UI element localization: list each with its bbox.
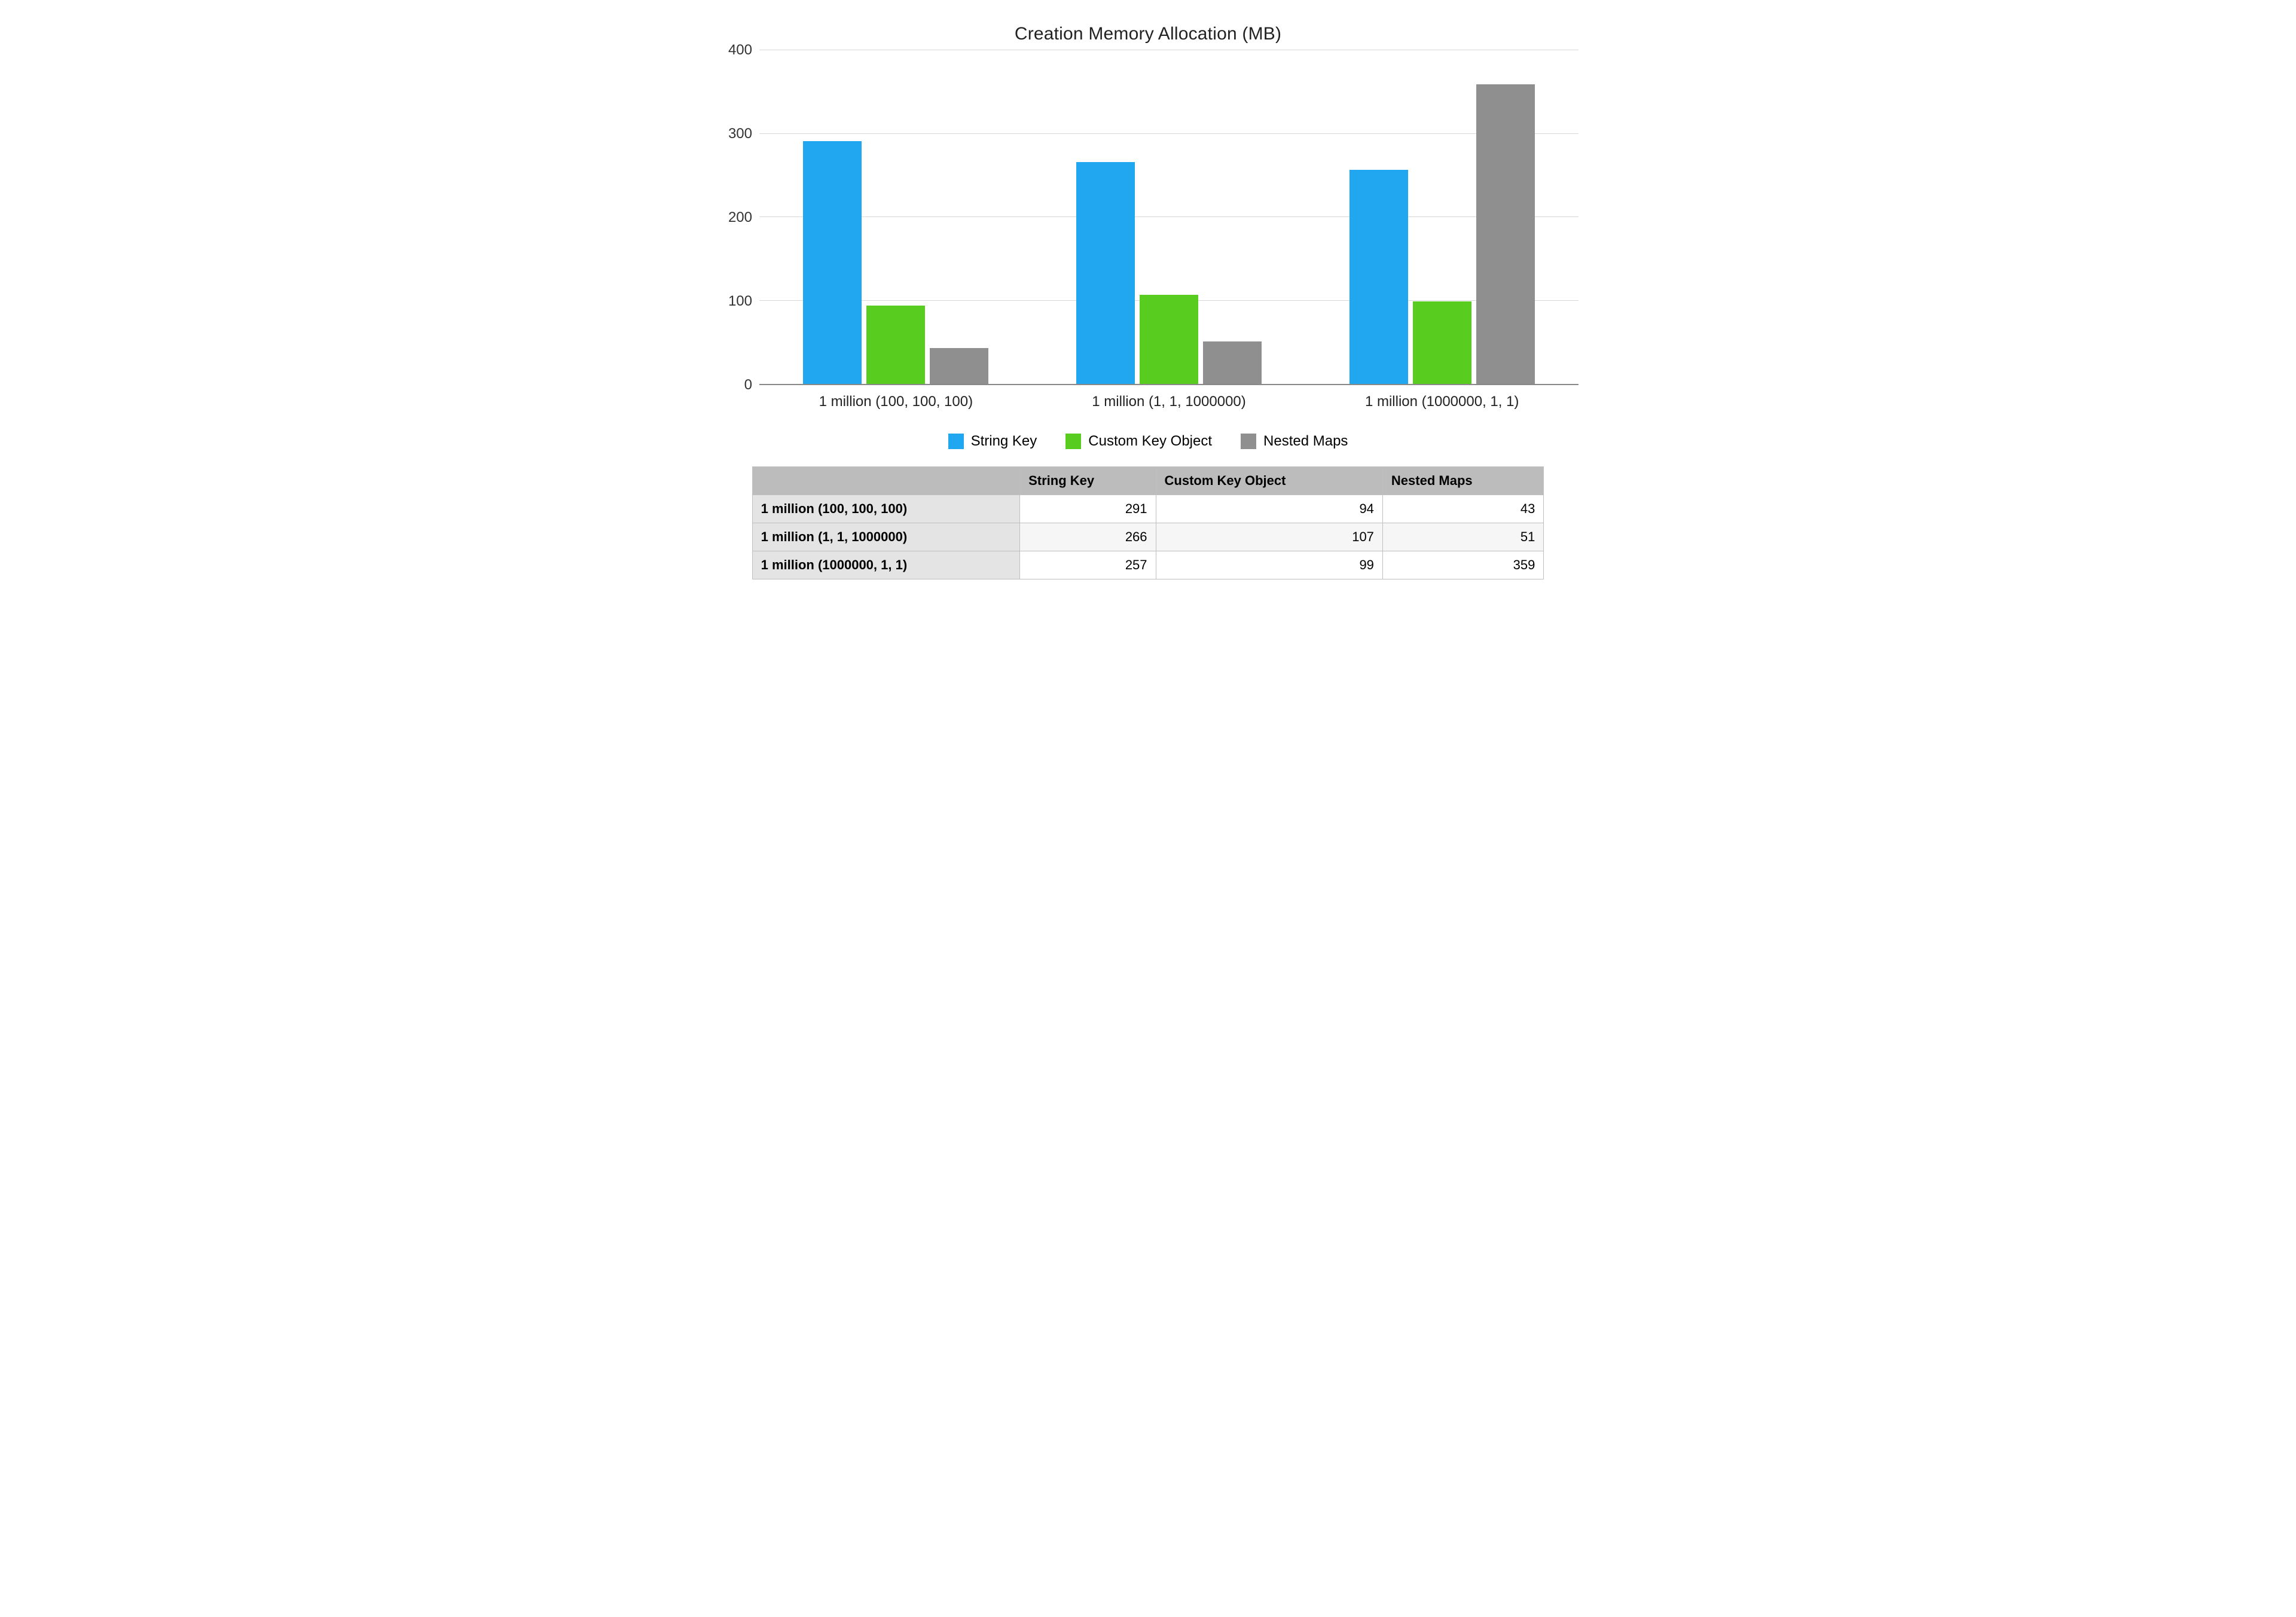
legend-label: String Key (971, 433, 1037, 450)
data-table: String Key Custom Key Object Nested Maps… (752, 466, 1544, 579)
y-tick: 200 (728, 209, 752, 226)
table-col-header: Nested Maps (1382, 467, 1543, 495)
bar-group (759, 50, 1033, 384)
y-tick: 400 (728, 42, 752, 59)
table-header-row: String Key Custom Key Object Nested Maps (752, 467, 1544, 495)
table-cell: 51 (1382, 523, 1543, 551)
y-tick: 300 (728, 126, 752, 142)
bar (1349, 170, 1408, 385)
y-tick: 0 (744, 377, 752, 393)
legend-swatch (1241, 434, 1256, 449)
legend-item: String Key (948, 433, 1037, 450)
table-corner (752, 467, 1020, 495)
legend: String Key Custom Key Object Nested Maps (718, 433, 1578, 450)
x-label: 1 million (100, 100, 100) (759, 385, 1033, 410)
legend-swatch (948, 434, 964, 449)
table-cell: 94 (1156, 495, 1382, 523)
bar (1413, 301, 1471, 384)
bar-group (1305, 50, 1578, 384)
bar (866, 306, 925, 384)
x-label: 1 million (1000000, 1, 1) (1305, 385, 1578, 410)
y-axis: 0 100 200 300 400 (718, 50, 759, 385)
table-row-header: 1 million (1, 1, 1000000) (752, 523, 1020, 551)
table-col-header: Custom Key Object (1156, 467, 1382, 495)
table-row: 1 million (100, 100, 100) 291 94 43 (752, 495, 1544, 523)
table-cell: 43 (1382, 495, 1543, 523)
table-cell: 359 (1382, 551, 1543, 579)
plot: 0 100 200 300 400 (718, 50, 1578, 385)
table-cell: 266 (1020, 523, 1156, 551)
legend-item: Custom Key Object (1065, 433, 1212, 450)
legend-item: Nested Maps (1241, 433, 1348, 450)
table-row-header: 1 million (1000000, 1, 1) (752, 551, 1020, 579)
bar (1203, 341, 1262, 384)
table-cell: 257 (1020, 551, 1156, 579)
legend-label: Custom Key Object (1088, 433, 1212, 450)
chart-container: Creation Memory Allocation (MB) 0 100 20… (718, 24, 1578, 579)
table-row: 1 million (1000000, 1, 1) 257 99 359 (752, 551, 1544, 579)
table-cell: 291 (1020, 495, 1156, 523)
legend-label: Nested Maps (1263, 433, 1348, 450)
bar (930, 348, 988, 384)
table-cell: 107 (1156, 523, 1382, 551)
table-cell: 99 (1156, 551, 1382, 579)
table-col-header: String Key (1020, 467, 1156, 495)
bar (1476, 84, 1535, 384)
x-axis-labels: 1 million (100, 100, 100) 1 million (1, … (759, 385, 1578, 410)
chart-title: Creation Memory Allocation (MB) (718, 24, 1578, 44)
bar (803, 141, 862, 384)
y-tick: 100 (728, 293, 752, 310)
legend-swatch (1065, 434, 1081, 449)
bar (1140, 295, 1198, 384)
bar (1076, 162, 1135, 384)
bar-group (1033, 50, 1306, 384)
plot-area (759, 50, 1578, 385)
x-label: 1 million (1, 1, 1000000) (1033, 385, 1306, 410)
table-row-header: 1 million (100, 100, 100) (752, 495, 1020, 523)
table-row: 1 million (1, 1, 1000000) 266 107 51 (752, 523, 1544, 551)
